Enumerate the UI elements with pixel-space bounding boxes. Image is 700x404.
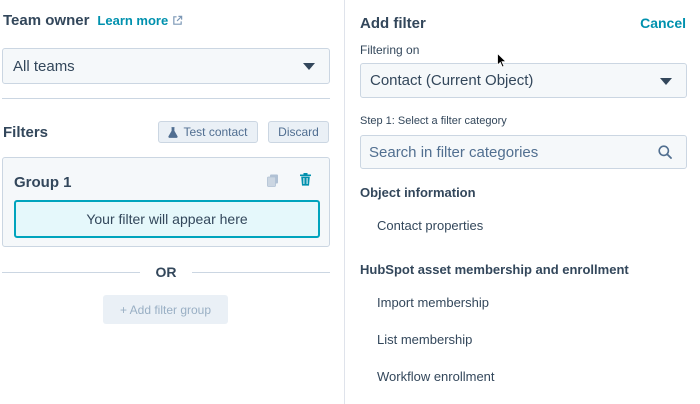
discard-button[interactable]: Discard <box>268 121 329 143</box>
object-select-value: Contact (Current Object) <box>370 72 534 89</box>
add-filter-group-button[interactable]: + Add filter group <box>103 295 228 324</box>
flask-icon <box>168 126 179 138</box>
step-label: Step 1: Select a filter category <box>360 115 507 127</box>
divider <box>2 98 330 99</box>
or-separator: OR <box>2 264 330 280</box>
copy-icon[interactable] <box>267 174 279 187</box>
test-contact-button[interactable]: Test contact <box>158 121 258 143</box>
group-title: Group 1 <box>14 174 72 191</box>
object-select-dropdown[interactable]: Contact (Current Object) <box>360 63 687 98</box>
category-item-import-membership[interactable]: Import membership <box>377 295 489 310</box>
filter-placeholder-text: Your filter will appear here <box>86 211 248 227</box>
external-link-icon <box>173 15 183 25</box>
category-search-input[interactable] <box>361 136 641 168</box>
category-item-contact-properties[interactable]: Contact properties <box>377 218 483 233</box>
learn-more-link[interactable]: Learn more <box>97 13 183 28</box>
filter-builder-panel: Team owner Learn more All teams Filters … <box>0 0 343 404</box>
team-select-dropdown[interactable]: All teams <box>2 48 330 84</box>
team-owner-title: Team owner <box>3 12 90 29</box>
chevron-down-icon <box>303 63 315 70</box>
section-heading-object-information: Object information <box>360 185 476 200</box>
category-item-list-membership[interactable]: List membership <box>377 332 472 347</box>
trash-icon[interactable] <box>300 173 311 186</box>
team-owner-header: Team owner Learn more <box>3 12 183 29</box>
filter-group-card: Group 1 Your filter will appear here <box>2 157 330 247</box>
add-filter-group-label: + Add filter group <box>119 302 212 317</box>
mouse-cursor-icon <box>497 53 507 68</box>
add-filter-panel: Add filter Cancel Filtering on Contact (… <box>344 0 700 404</box>
cancel-button[interactable]: Cancel <box>640 15 686 31</box>
filters-title: Filters <box>3 124 49 141</box>
chevron-down-icon <box>660 78 672 85</box>
filter-placeholder: Your filter will appear here <box>14 200 320 238</box>
filtering-on-label: Filtering on <box>360 43 420 57</box>
category-item-workflow-enrollment[interactable]: Workflow enrollment <box>377 369 495 384</box>
test-contact-label: Test contact <box>183 125 248 139</box>
section-heading-asset-membership: HubSpot asset membership and enrollment <box>360 262 629 277</box>
search-icon[interactable] <box>658 145 672 159</box>
category-search-box[interactable] <box>360 135 687 169</box>
add-filter-title: Add filter <box>360 15 426 32</box>
learn-more-label: Learn more <box>97 13 169 28</box>
team-select-value: All teams <box>13 57 75 75</box>
divider <box>192 272 330 273</box>
